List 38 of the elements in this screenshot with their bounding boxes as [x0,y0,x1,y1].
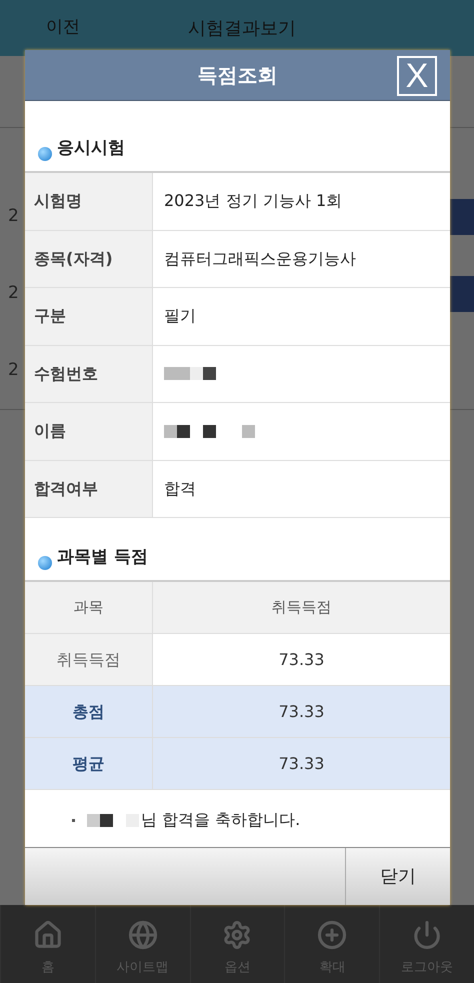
row-value: 필기 [164,305,196,328]
back-button[interactable]: 이전 [46,15,80,41]
row-label: 시험명 [25,173,153,230]
power-icon [412,920,442,950]
congratulation-message: 님 합격을 축하합니다. [141,809,300,831]
table-cell-text: 73.33 [278,648,326,670]
dialog-title: 득점조회 [198,62,278,89]
list-text: 2 [7,204,19,228]
bullet-icon [38,556,52,570]
redaction-drawing [87,814,139,826]
home-icon [32,920,63,950]
table-cell-text: 73.33 [278,700,326,722]
row-label: 종목(자격) [25,230,153,287]
row-label: 수험번호 [25,346,153,402]
row-value: 컴퓨터그래픽스운용기능사 [164,248,356,270]
table-cell: 취득득점 [25,634,153,685]
column-header: 과목 [25,582,153,633]
bullet-icon [72,818,75,822]
redaction-drawing [164,367,216,380]
column-header: 취득득점 [270,597,332,618]
settings-icon [222,920,252,950]
plus-icon [317,920,348,950]
list-text: 2 [7,282,19,305]
list-text: 2 [7,358,19,382]
row-value: 2023년 정기 기능사 1회 [164,190,342,212]
row-label: 합격여부 [25,460,153,517]
table-cell: 평균 [25,738,153,789]
table-cell: 총점 [25,686,153,737]
page-title: 시험결과보기 [188,16,296,40]
bullet-icon [38,147,52,161]
table-cell-text: 73.33 [278,752,326,774]
row-value: 합격 [164,478,196,500]
section-title: 응시시험 [57,136,125,160]
close-button[interactable]: X [397,56,437,96]
row-label: 이름 [25,403,153,460]
row-label: 구분 [25,288,153,344]
globe-icon [128,920,158,950]
section-title: 과목별 득점 [57,546,148,568]
